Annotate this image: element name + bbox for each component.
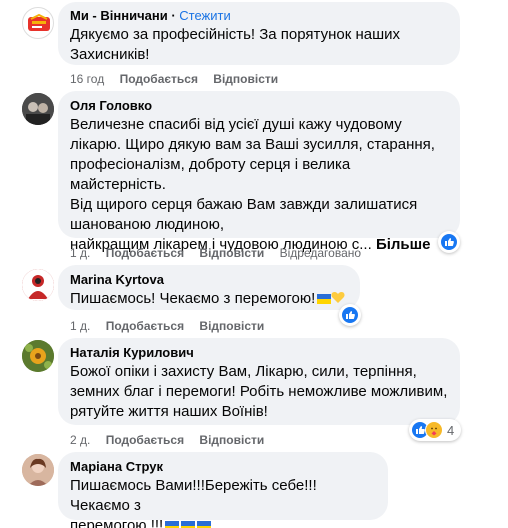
comment-text-wrap: Пишаємось Вами!!!Бережіть себе!!!Чекаємо… [70, 476, 376, 528]
avatar[interactable] [22, 454, 54, 486]
comment-author[interactable]: Маріана Струк [70, 459, 376, 475]
reply-link[interactable]: Відповісти [199, 246, 264, 260]
reactions-badge[interactable] [438, 231, 460, 253]
comment-bubble: Наталія Курилович Божої опіки і захисту … [58, 338, 460, 425]
comment-author[interactable]: Marina Kyrtova [70, 272, 348, 288]
comment-author[interactable]: Ми - Вінничани [70, 8, 168, 23]
comment-author-line: Ми - Вінничани · Стежити [70, 8, 231, 23]
like-link[interactable]: Подобається [106, 246, 184, 260]
comment-actions: 2 д. Подобається Відповісти [70, 432, 264, 448]
comment-actions: 16 год Подобається Відповісти [70, 71, 278, 87]
reaction-count: 4 [447, 422, 455, 438]
comment-time[interactable]: 1 д. [70, 246, 90, 260]
reactions-badge[interactable] [339, 304, 361, 326]
comment-text-wrap: Пишаємось! Чекаємо з перемогою! [70, 289, 348, 309]
comment-text: Величезне спасибі від усієї душі кажу чу… [70, 116, 435, 253]
comment-bubble: Marina Kyrtova Пишаємось! Чекаємо з пере… [58, 265, 360, 310]
comment-author[interactable]: Оля Головко [70, 98, 448, 114]
reply-link[interactable]: Відповісти [199, 433, 264, 447]
avatar[interactable] [22, 340, 54, 372]
edited-label: Відредаговано [279, 246, 362, 260]
comment-time[interactable]: 16 год [70, 72, 104, 86]
comment-time[interactable]: 1 д. [70, 319, 90, 333]
follow-link[interactable]: Стежити [179, 8, 230, 23]
comment-text: Божої опіки і захисту Вам, Лікарю, сили,… [70, 363, 448, 420]
reply-link[interactable]: Відповісти [199, 319, 264, 333]
ukraine-flag-icon [165, 521, 180, 528]
avatar[interactable] [22, 7, 54, 39]
see-more-link[interactable]: Більше [376, 236, 431, 253]
comment-time[interactable]: 2 д. [70, 433, 90, 447]
ukraine-flag-icon [197, 521, 212, 528]
comment-text: Пишаємось! Чекаємо з перемогою! [70, 290, 316, 307]
ukraine-flag-icon [181, 521, 196, 528]
like-link[interactable]: Подобається [106, 319, 184, 333]
comment-bubble: Оля Головко Величезне спасибі від усієї … [58, 91, 460, 253]
comment-bubble: Ми - Вінничани · Стежити Дякуємо за проф… [58, 2, 460, 65]
ukraine-flag-icon [317, 294, 332, 304]
comment-text-wrap: Величезне спасибі від усієї душі кажу чу… [70, 115, 448, 255]
reactions-badge[interactable]: 4 [409, 419, 462, 441]
yellow-heart-icon [331, 292, 345, 303]
care-icon [425, 421, 443, 439]
comment-actions: 1 д. Подобається Відповісти Відредагован… [70, 245, 361, 261]
reply-link[interactable]: Відповісти [213, 72, 278, 86]
like-link[interactable]: Подобається [106, 433, 184, 447]
comment-actions: 1 д. Подобається Відповісти [70, 318, 264, 334]
like-link[interactable]: Подобається [120, 72, 198, 86]
comment-bubble: Маріана Струк Пишаємось Вами!!!Бережіть … [58, 452, 388, 528]
avatar[interactable] [22, 93, 54, 125]
thumbs-up-icon [440, 233, 458, 251]
comment-text: Дякуємо за професійність! За порятунок н… [70, 26, 400, 63]
avatar[interactable] [22, 269, 54, 301]
thumbs-up-icon [341, 306, 359, 324]
comment-author[interactable]: Наталія Курилович [70, 345, 448, 361]
